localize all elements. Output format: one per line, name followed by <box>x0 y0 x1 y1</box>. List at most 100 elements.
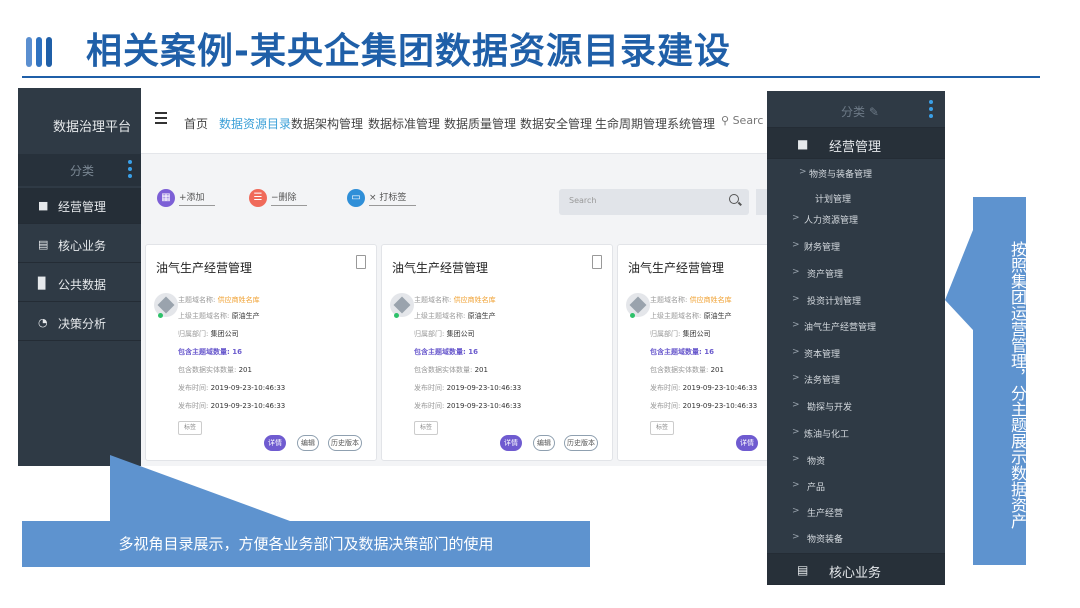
chevron-right-icon: > <box>792 427 800 437</box>
category-panel-bar: 分类 ✎ <box>767 95 945 125</box>
nav-data-catalog[interactable]: 数据资源目录 <box>219 115 291 132</box>
sidebar-item-decision[interactable]: ◔ 决策分析 <box>18 305 141 341</box>
card-tag[interactable]: 标签 <box>414 421 438 435</box>
chevron-right-icon: > <box>792 373 800 383</box>
chevron-right-icon: > <box>792 454 800 464</box>
catalog-card[interactable]: 油气生产经营管理 主题域名称: 供应商姓名库 上级主题域名称: 原油生产 归属部… <box>145 244 377 461</box>
card-title: 油气生产经营管理 <box>628 261 725 275</box>
app-brand: 数据治理平台 <box>52 120 131 135</box>
detail-button[interactable]: 详情 <box>264 435 286 451</box>
catalog-card[interactable]: 油气生产经营管理 主题域名称: 供应商姓名库 上级主题域名称: 原油生产 归属部… <box>381 244 613 461</box>
chevron-right-icon: > <box>799 167 807 177</box>
edit-button[interactable]: 编辑 <box>533 435 555 451</box>
add-label: +添加 <box>179 190 215 206</box>
title-divider <box>22 76 1040 78</box>
card-entity-count: 包含数据实体数量: 201 <box>650 366 724 374</box>
nav-standards[interactable]: 数据标准管理 <box>368 115 440 132</box>
delete-icon: ☰ <box>249 189 267 207</box>
sidebar-item-label: 公共数据 <box>58 278 107 292</box>
category-header-label: 经营管理 <box>829 140 882 155</box>
chevron-right-icon: > <box>792 320 800 330</box>
app-sidebar: 数据治理平台 分类 ■ 经营管理 ▤ 核心业务 ▉ 公共数据 ◔ 决策分析 <box>18 88 141 466</box>
topic-avatar-icon <box>390 293 414 318</box>
chevron-right-icon: > <box>792 400 800 410</box>
sidebar-item-label: 决策分析 <box>58 317 107 331</box>
app-screenshot: 数据治理平台 分类 ■ 经营管理 ▤ 核心业务 ▉ 公共数据 ◔ 决策分析 首页… <box>18 88 770 466</box>
more-vertical-icon[interactable] <box>128 160 132 181</box>
cube-icon: ■ <box>797 137 809 151</box>
chevron-right-icon: > <box>792 240 800 250</box>
nav-security[interactable]: 数据安全管理 <box>520 115 592 132</box>
search-placeholder: Search <box>569 196 597 205</box>
sidebar-category-bar: 分类 <box>18 154 141 186</box>
card-update-time: 发布时间: 2019-09-23-10:46:33 <box>414 402 522 410</box>
edit-button[interactable]: 编辑 <box>297 435 319 451</box>
card-topic-name: 主题域名称: 供应商姓名库 <box>178 296 260 304</box>
top-navigation: 首页 数据资源目录 数据架构管理 数据标准管理 数据质量管理 数据安全管理 生命… <box>141 88 770 154</box>
search-icon: ⚲ <box>721 114 730 127</box>
card-entity-count: 包含数据实体数量: 201 <box>414 366 488 374</box>
folder-icon: ▭ <box>347 189 365 207</box>
category-header-label: 核心业务 <box>829 566 882 581</box>
card-checkbox[interactable] <box>356 255 366 269</box>
search-input[interactable]: Search <box>559 189 749 215</box>
catalog-card[interactable]: 油气生产经营管理 主题域名称: 供应商姓名库 上级主题域名称: 原油生产 归属部… <box>617 244 770 461</box>
sidebar-item-label: 核心业务 <box>58 239 107 253</box>
right-callout-text: 按照集团运营管理，分主题展示数据资产 <box>1008 241 1027 529</box>
card-update-time: 发布时间: 2019-09-23-10:46:33 <box>178 402 286 410</box>
title-bars-icon <box>26 37 52 67</box>
nav-architecture[interactable]: 数据架构管理 <box>291 115 363 132</box>
card-sub-count: 包含主题域数量: 16 <box>650 348 714 356</box>
pie-chart-icon: ◔ <box>38 316 48 329</box>
tag-label: × 打标签 <box>369 190 417 206</box>
category-panel-label: 分类 ✎ <box>841 105 879 119</box>
chevron-right-icon: > <box>792 532 800 542</box>
card-publish-time: 发布时间: 2019-09-23-10:46:33 <box>178 384 286 392</box>
card-entity-count: 包含数据实体数量: 201 <box>178 366 252 374</box>
chevron-right-icon: > <box>792 347 800 357</box>
detail-button[interactable]: 详情 <box>736 435 758 451</box>
slide: 相关案例-某央企集团数据资源目录建设 数据治理平台 分类 ■ 经营管理 ▤ 核心… <box>0 0 1080 608</box>
add-text: 添加 <box>186 193 205 203</box>
nav-system[interactable]: 系统管理 <box>667 115 715 132</box>
bottom-callout: 多视角目录展示，方便各业务部门及数据决策部门的使用 <box>22 521 590 567</box>
card-checkbox[interactable] <box>592 255 602 269</box>
card-dept: 归属部门: 集团公司 <box>414 330 475 338</box>
page-title: 相关案例-某央企集团数据资源目录建设 <box>86 31 731 72</box>
cube-icon: ■ <box>38 199 49 212</box>
history-button[interactable]: 历史版本 <box>328 435 362 451</box>
card-sub-count: 包含主题域数量: 16 <box>178 348 242 356</box>
document-icon: ▤ <box>797 563 809 577</box>
more-vertical-icon[interactable] <box>929 100 933 121</box>
search-icon[interactable] <box>729 194 739 204</box>
detail-button[interactable]: 详情 <box>500 435 522 451</box>
card-topic-name: 主题域名称: 供应商姓名库 <box>414 296 496 304</box>
edit-icon: ✎ <box>868 105 879 119</box>
category-header-core-business[interactable]: ▤ 核心业务 <box>767 553 945 585</box>
card-tag[interactable]: 标签 <box>650 421 674 435</box>
card-tag[interactable]: 标签 <box>178 421 202 435</box>
nav-home[interactable]: 首页 <box>184 115 208 132</box>
card-dept: 归属部门: 集团公司 <box>650 330 711 338</box>
card-parent: 上级主题域名称: 原油生产 <box>650 312 732 320</box>
card-publish-time: 发布时间: 2019-09-23-10:46:33 <box>650 384 758 392</box>
category-panel: 分类 ✎ ■ 经营管理 > 物资与装备管理 计划管理 > 人力资源管理 > 财务管理 … <box>767 91 945 585</box>
sidebar-item-core-business[interactable]: ▤ 核心业务 <box>18 227 141 263</box>
card-parent: 上级主题域名称: 原油生产 <box>178 312 260 320</box>
chevron-right-icon: > <box>792 480 800 490</box>
nav-quality[interactable]: 数据质量管理 <box>444 115 516 132</box>
category-header-operations[interactable]: ■ 经营管理 <box>767 127 945 159</box>
card-topic-name: 主题域名称: 供应商姓名库 <box>650 296 732 304</box>
card-sub-count: 包含主题域数量: 16 <box>414 348 478 356</box>
sidebar-item-public-data[interactable]: ▉ 公共数据 <box>18 266 141 302</box>
sidebar-item-operations[interactable]: ■ 经营管理 <box>18 188 141 224</box>
chevron-right-icon: > <box>792 267 800 277</box>
delete-label: −删除 <box>271 190 307 206</box>
menu-icon[interactable] <box>155 112 167 127</box>
right-callout: 按照集团运营管理，分主题展示数据资产 <box>973 197 1027 565</box>
add-icon: ▦ <box>157 189 175 207</box>
history-button[interactable]: 历史版本 <box>564 435 598 451</box>
card-update-time: 发布时间: 2019-09-23-10:46:33 <box>650 402 758 410</box>
nav-search[interactable]: ⚲ Searc <box>721 114 763 127</box>
nav-lifecycle[interactable]: 生命周期管理 <box>595 115 667 132</box>
